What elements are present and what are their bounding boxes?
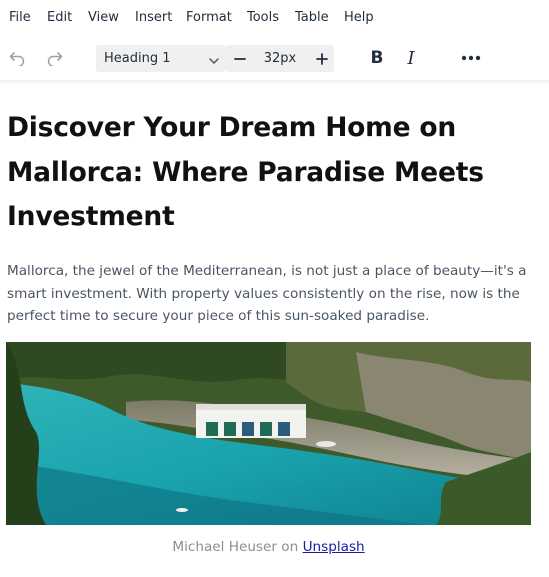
unsplash-link[interactable]: Unsplash [303, 539, 365, 555]
more-icon[interactable] [460, 50, 482, 66]
font-size-control: 32px [226, 45, 334, 72]
menu-view[interactable]: View [88, 10, 119, 25]
increase-font-size-button[interactable] [314, 51, 330, 67]
menubar: File Edit View Insert Format Tools Table… [0, 0, 549, 36]
menu-table[interactable]: Table [295, 10, 329, 25]
intro-paragraph[interactable]: Mallorca, the jewel of the Mediterranean… [7, 260, 537, 328]
menu-tools[interactable]: Tools [247, 10, 279, 25]
chevron-down-icon [208, 52, 220, 71]
bold-button[interactable]: B [366, 47, 388, 69]
block-format-value: Heading 1 [104, 51, 171, 66]
menu-format[interactable]: Format [186, 10, 232, 25]
redo-icon[interactable] [44, 49, 64, 67]
menu-edit[interactable]: Edit [47, 10, 72, 25]
mallorca-cove-image[interactable] [6, 342, 531, 525]
menu-insert[interactable]: Insert [135, 10, 172, 25]
italic-button[interactable]: I [400, 47, 422, 69]
menu-help[interactable]: Help [344, 10, 374, 25]
image-caption: Michael Heuser on Unsplash [0, 539, 537, 555]
caption-author: Michael Heuser [172, 539, 277, 555]
block-format-select[interactable]: Heading 1 [96, 45, 226, 72]
toolbar-divider [0, 80, 549, 84]
menu-file[interactable]: File [9, 10, 31, 25]
page-title[interactable]: Discover Your Dream Home on Mallorca: Wh… [7, 106, 537, 240]
undo-icon[interactable] [8, 49, 28, 67]
caption-on: on [281, 539, 299, 555]
